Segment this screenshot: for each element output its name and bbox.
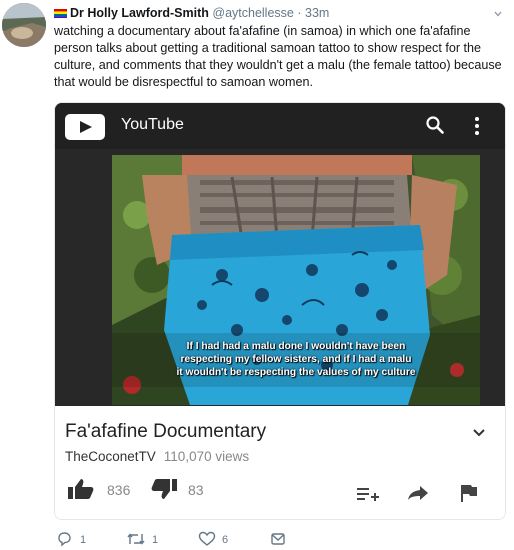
channel-line: TheCoconetTV 110,070 views [65,449,249,464]
share-arrow-icon[interactable] [407,485,429,501]
youtube-card[interactable]: YouTube If I had had a malu done I would… [54,102,506,520]
tweet-time[interactable]: 33m [305,6,329,20]
play-icon[interactable] [65,114,105,140]
tweet-text: watching a documentary about fa'afafine … [54,24,502,89]
video-frame[interactable]: If I had had a malu done I wouldn't have… [112,155,480,405]
more-vert-icon[interactable] [475,116,479,136]
view-count: 110,070 views [163,449,250,464]
youtube-brand[interactable]: YouTube [121,116,184,134]
author-handle[interactable]: @aytchellesse [212,6,293,20]
retweet-icon [127,533,145,545]
tweet: Dr Holly Lawford-Smith @aytchellesse · 3… [0,0,514,550]
tweet-like-count: 6 [222,534,229,546]
reply-count: 1 [80,534,87,546]
rainbow-flag-icon [54,9,67,18]
separator: · [297,6,302,20]
subtitle-line-3: it wouldn't be respecting the values of … [176,367,416,378]
video-title[interactable]: Fa'afafine Documentary [65,421,266,443]
author-name[interactable]: Dr Holly Lawford-Smith [70,6,209,20]
thumbs-down-icon [151,479,177,499]
caret-down-icon[interactable] [494,10,502,18]
youtube-top-bar: YouTube [55,103,505,149]
subtitle-line-1: If I had had a malu done I wouldn't have… [186,341,406,352]
video-player[interactable]: YouTube If I had had a malu done I would… [55,103,505,406]
thumbs-up-icon [68,479,94,499]
chevron-down-icon[interactable] [472,428,486,438]
like-count: 836 [107,482,131,498]
channel-name[interactable]: TheCoconetTV [65,449,156,464]
dm-icon [271,533,285,545]
report-flag-icon[interactable] [460,484,478,502]
search-icon[interactable] [425,115,445,135]
heart-icon [198,531,216,546]
add-to-queue-icon[interactable] [357,486,379,502]
reply-icon [58,532,71,547]
dislike-count: 83 [188,482,204,498]
subtitle-line-2: respecting my fellow sisters, and if I h… [180,354,412,365]
avatar[interactable] [2,3,46,47]
retweet-count: 1 [152,534,159,546]
video-info: Fa'afafine Documentary TheCoconetTV 110,0… [55,406,505,519]
tweet-header: Dr Holly Lawford-Smith @aytchellesse · 3… [54,5,329,21]
